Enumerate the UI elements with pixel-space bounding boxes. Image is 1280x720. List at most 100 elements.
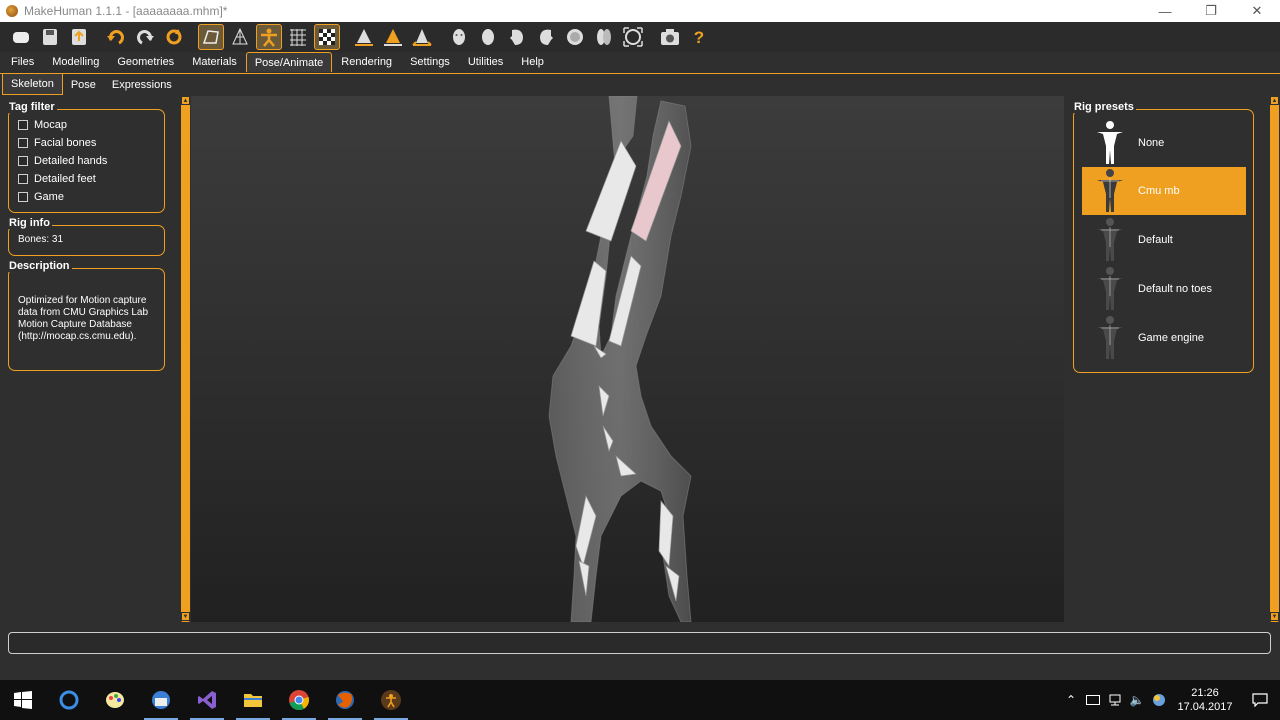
checkbox-box[interactable] (18, 192, 28, 202)
redo-icon[interactable] (132, 24, 158, 50)
preset-label: Default (1138, 234, 1173, 246)
front-view-icon[interactable] (351, 24, 377, 50)
skeleton-figure-icon (1086, 167, 1134, 215)
rig-preset-default-no-toes[interactable]: Default no toes (1082, 265, 1246, 313)
preset-label: Cmu mb (1138, 185, 1180, 197)
tag-filter-title: Tag filter (7, 101, 57, 113)
minimize-button[interactable]: — (1142, 0, 1188, 22)
description-title: Description (7, 260, 72, 272)
tab-expressions[interactable]: Expressions (104, 74, 180, 95)
tab-rendering[interactable]: Rendering (332, 52, 401, 72)
back-view-icon[interactable] (380, 24, 406, 50)
tab-modelling[interactable]: Modelling (43, 52, 108, 72)
tab-materials[interactable]: Materials (183, 52, 246, 72)
cortana-icon[interactable] (46, 680, 92, 720)
maximize-button[interactable]: ❐ (1188, 0, 1234, 22)
rig-preset-game-engine[interactable]: Game engine (1082, 314, 1246, 362)
face-back-icon[interactable] (475, 24, 501, 50)
smooth-icon[interactable] (198, 24, 224, 50)
keyboard-icon[interactable] (1082, 680, 1104, 720)
checkbox-box[interactable] (18, 174, 28, 184)
rig-presets-title: Rig presets (1072, 101, 1136, 113)
left-scrollbar[interactable] (181, 96, 190, 622)
tag-detailed-feet-checkbox[interactable]: Detailed feet (9, 170, 164, 188)
visual-studio-icon[interactable] (184, 680, 230, 720)
scroll-up-arrow-icon[interactable]: ▲ (1270, 96, 1279, 105)
checker-icon[interactable] (314, 24, 340, 50)
main-toolbar: ? (0, 22, 1280, 52)
tab-pose-animate[interactable]: Pose/Animate (245, 52, 333, 72)
tag-game-checkbox[interactable]: Game (9, 188, 164, 206)
thunderbird-icon[interactable] (138, 680, 184, 720)
network-icon[interactable] (1104, 680, 1126, 720)
export-icon[interactable] (66, 24, 92, 50)
taskbar-clock[interactable]: 21:26 17.04.2017 (1170, 686, 1240, 714)
3d-viewport[interactable] (191, 96, 1064, 622)
help-icon[interactable]: ? (686, 24, 712, 50)
svg-text:?: ? (694, 28, 704, 47)
rig-preset-default[interactable]: Default (1082, 216, 1246, 264)
chevron-up-icon[interactable]: ⌃ (1060, 680, 1082, 720)
tag-label: Game (34, 191, 64, 203)
face-front-icon[interactable] (446, 24, 472, 50)
tab-utilities[interactable]: Utilities (459, 52, 512, 72)
grid-icon[interactable] (285, 24, 311, 50)
checkbox-box[interactable] (18, 156, 28, 166)
tab-pose[interactable]: Pose (63, 74, 104, 95)
close-button[interactable]: ✕ (1234, 0, 1280, 22)
preset-label: Default no toes (1138, 283, 1212, 295)
checkbox-box[interactable] (18, 120, 28, 130)
tag-label: Detailed hands (34, 155, 108, 167)
tag-detailed-hands-checkbox[interactable]: Detailed hands (9, 152, 164, 170)
screenshot-icon[interactable] (657, 24, 683, 50)
weather-icon[interactable] (1148, 680, 1170, 720)
scroll-down-arrow-icon[interactable]: ▼ (1270, 612, 1279, 621)
windows-start-icon[interactable] (0, 680, 46, 720)
new-icon[interactable] (8, 24, 34, 50)
main-tabs: Files Modelling Geometries Materials Pos… (0, 52, 1280, 72)
rig-preset-cmu-mb[interactable]: Cmu mb (1082, 167, 1246, 215)
face-left-icon[interactable] (504, 24, 530, 50)
scroll-down-arrow-icon[interactable]: ▼ (181, 612, 190, 621)
tag-filter-group: Tag filter Mocap Facial bones Detailed h… (7, 101, 165, 213)
rig-info-group: Rig info Bones: 31 (7, 217, 165, 256)
tab-geometries[interactable]: Geometries (108, 52, 183, 72)
tab-skeleton[interactable]: Skeleton (2, 74, 63, 95)
reset-camera-icon[interactable] (620, 24, 646, 50)
tab-help[interactable]: Help (512, 52, 553, 72)
face-right-icon[interactable] (533, 24, 559, 50)
scroll-up-arrow-icon[interactable]: ▲ (181, 96, 190, 105)
tab-files[interactable]: Files (2, 52, 43, 72)
notification-center-icon[interactable] (1240, 680, 1280, 720)
tag-label: Facial bones (34, 137, 97, 149)
skeleton-figure-icon (1086, 216, 1134, 264)
side-view-icon[interactable] (409, 24, 435, 50)
wireframe-icon[interactable] (227, 24, 253, 50)
top-view-icon[interactable] (562, 24, 588, 50)
reset-icon[interactable] (161, 24, 187, 50)
rig-info-title: Rig info (7, 217, 52, 229)
checkbox-box[interactable] (18, 138, 28, 148)
tag-facial-bones-checkbox[interactable]: Facial bones (9, 134, 164, 152)
skeleton-figure-icon (1086, 314, 1134, 362)
firefox-icon[interactable] (322, 680, 368, 720)
left-panel: Tag filter Mocap Facial bones Detailed h… (0, 96, 190, 622)
preset-label: Game engine (1138, 332, 1205, 344)
figure-white-icon (1086, 119, 1134, 167)
volume-icon[interactable]: 🔈 (1126, 680, 1148, 720)
makehuman-icon[interactable] (368, 680, 414, 720)
tab-settings[interactable]: Settings (401, 52, 459, 72)
undo-icon[interactable] (103, 24, 129, 50)
tag-label: Detailed feet (34, 173, 96, 185)
preset-label: None (1138, 137, 1165, 149)
save-icon[interactable] (37, 24, 63, 50)
bottom-view-icon[interactable] (591, 24, 617, 50)
chrome-icon[interactable] (276, 680, 322, 720)
right-scrollbar[interactable] (1270, 96, 1279, 622)
rig-preset-none[interactable]: None (1082, 119, 1246, 167)
tag-mocap-checkbox[interactable]: Mocap (9, 116, 164, 134)
paint-icon[interactable] (92, 680, 138, 720)
file-explorer-icon[interactable] (230, 680, 276, 720)
pose-icon[interactable] (256, 24, 282, 50)
tag-label: Mocap (34, 119, 68, 131)
